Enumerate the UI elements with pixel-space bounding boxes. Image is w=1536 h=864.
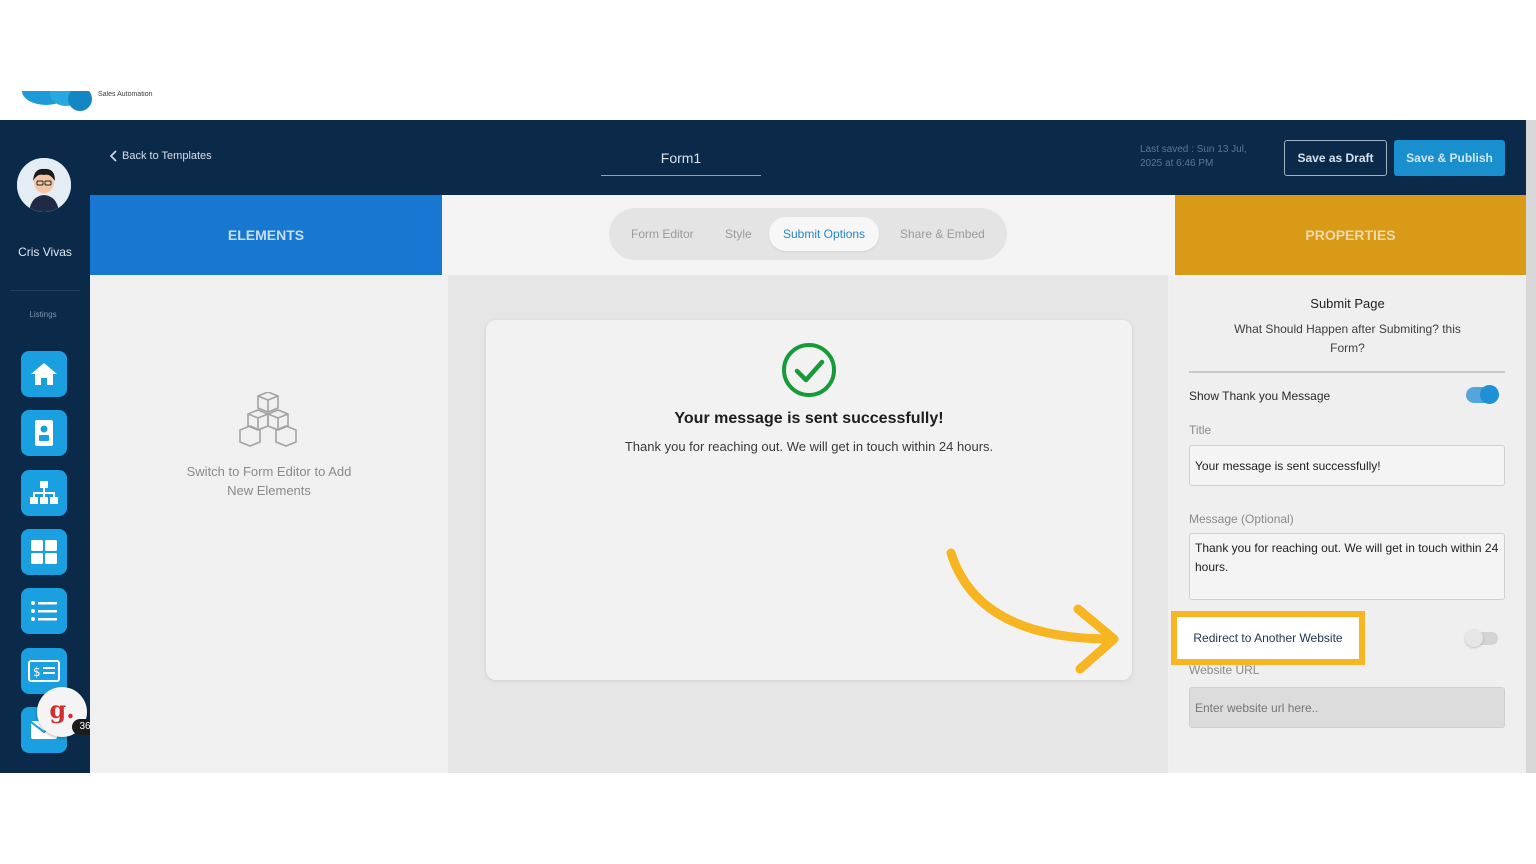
nav-contacts-button[interactable] bbox=[21, 410, 67, 456]
brand-logo-icon bbox=[22, 91, 92, 111]
user-avatar-icon bbox=[17, 158, 71, 212]
show-thank-you-label: Show Thank you Message bbox=[1189, 389, 1331, 403]
properties-panel-heading: PROPERTIES bbox=[1175, 195, 1526, 275]
boxes-icon bbox=[239, 392, 297, 447]
tabs-group: Form Editor Style Submit Options Share &… bbox=[609, 208, 1007, 260]
tutorial-arrow-icon bbox=[946, 548, 1119, 674]
brand-tagline: Sales Automation bbox=[98, 91, 153, 98]
tab-submit-options[interactable]: Submit Options bbox=[769, 217, 880, 251]
sidebar-section-label: Listings bbox=[29, 310, 57, 319]
save-and-publish-button[interactable]: Save & Publish bbox=[1394, 140, 1505, 176]
toggle-knob bbox=[1480, 385, 1499, 404]
last-saved-text: Last saved : Sun 13 Jul, 2025 at 6:46 PM bbox=[1140, 144, 1247, 169]
redirect-label[interactable]: Redirect to Another Website bbox=[1177, 617, 1359, 659]
org-chart-icon bbox=[30, 481, 58, 504]
elements-panel: Switch to Form Editor to Add New Element… bbox=[90, 275, 448, 773]
scrollbar-track[interactable] bbox=[1526, 120, 1536, 773]
website-url-input[interactable] bbox=[1189, 687, 1505, 728]
website-url-label: Website URL bbox=[1189, 663, 1260, 677]
message-field-label: Message (Optional) bbox=[1189, 512, 1294, 526]
chevron-left-icon bbox=[110, 150, 117, 162]
submit-page-subtitle: What Should Happen after Submiting? this… bbox=[1234, 322, 1461, 355]
nav-dashboard-button[interactable] bbox=[21, 529, 67, 575]
grid-icon bbox=[31, 540, 57, 564]
nav-home-button[interactable] bbox=[21, 351, 67, 397]
nav-list-button[interactable] bbox=[21, 588, 67, 634]
home-icon bbox=[31, 363, 57, 385]
billing-icon: $ bbox=[28, 660, 60, 682]
avatar[interactable] bbox=[17, 158, 71, 212]
properties-divider bbox=[1189, 371, 1505, 373]
user-name: Cris Vivas bbox=[18, 245, 72, 259]
tab-share-embed[interactable]: Share & Embed bbox=[900, 208, 985, 260]
title-field-label: Title bbox=[1189, 423, 1212, 437]
back-link-label: Back to Templates bbox=[122, 150, 212, 162]
back-to-templates-link[interactable]: Back to Templates bbox=[110, 150, 212, 162]
redirect-toggle[interactable] bbox=[1465, 629, 1498, 647]
svg-text:$: $ bbox=[33, 665, 41, 679]
left-sidebar: Cris Vivas Listings $ bbox=[0, 120, 90, 773]
sidebar-divider bbox=[10, 290, 80, 291]
message-field[interactable]: Thank you for reaching out. We will get … bbox=[1189, 533, 1505, 600]
elements-panel-heading: ELEMENTS bbox=[90, 195, 442, 275]
editor-topbar: Back to Templates Form1 Last saved : Sun… bbox=[90, 120, 1526, 195]
nav-hierarchy-button[interactable] bbox=[21, 470, 67, 516]
widget-letter: g. bbox=[49, 694, 75, 724]
thank-you-title: Your message is sent successfully! bbox=[674, 410, 944, 427]
form-name-field[interactable]: Form1 bbox=[601, 144, 761, 176]
contact-card-icon bbox=[35, 420, 53, 446]
save-as-draft-button[interactable]: Save as Draft bbox=[1284, 140, 1387, 176]
app-frame: Sales Automation Cris Vivas Listings $ g… bbox=[0, 91, 1536, 773]
redirect-highlight-box: Redirect to Another Website bbox=[1171, 611, 1365, 665]
brand-bar: Sales Automation bbox=[0, 91, 1536, 120]
show-thank-you-toggle[interactable] bbox=[1466, 385, 1499, 404]
editor-tabs-bar: Form Editor Style Submit Options Share &… bbox=[442, 195, 1175, 275]
title-field[interactable] bbox=[1189, 445, 1505, 486]
form-preview-canvas: Your message is sent successfully! Thank… bbox=[448, 275, 1168, 773]
submit-page-title: Submit Page bbox=[1310, 296, 1385, 311]
properties-panel: Submit Page What Should Happen after Sub… bbox=[1169, 275, 1526, 773]
elements-empty-hint: Switch to Form Editor to Add New Element… bbox=[186, 464, 352, 498]
toggle-knob bbox=[1465, 629, 1483, 647]
thank-you-message: Thank you for reaching out. We will get … bbox=[624, 439, 994, 454]
tab-style[interactable]: Style bbox=[725, 208, 752, 260]
tab-form-editor[interactable]: Form Editor bbox=[631, 208, 694, 260]
list-icon bbox=[31, 601, 57, 621]
success-check-icon bbox=[782, 343, 836, 397]
